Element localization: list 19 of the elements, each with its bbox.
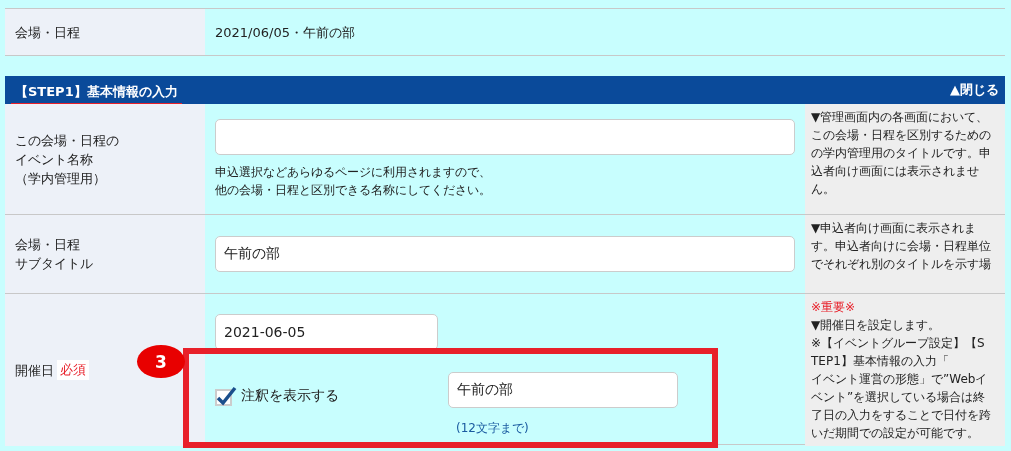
date-field[interactable]: 2021-06-05 — [215, 314, 438, 350]
annotation-field[interactable]: 午前の部 — [448, 372, 678, 408]
row-value: 2021/06/05・午前の部 — [215, 23, 355, 42]
length-hint: (12文字まで) — [456, 420, 529, 437]
row-label: この会場・日程の イベント名称 （学内管理用） — [15, 131, 119, 188]
help-text: ▼申込者向け画面に表示されま す。申込者向けに会場・日程単位 でそれぞれ別のタイトルを示す場 — [811, 220, 991, 273]
checkbox[interactable] — [215, 386, 237, 406]
checkbox-label: 注釈を表示する — [241, 387, 339, 405]
row-label: 会場・日程 — [15, 23, 80, 42]
help-text: ▼管理画面内の各画面において、 この会場・日程を区別するための の学内管理用のタイトルです。申 込者向け画面には表示されませ ん。 — [811, 109, 991, 198]
row-label: 開催日 — [15, 361, 54, 380]
text-field[interactable]: 午前の部 — [215, 236, 795, 272]
text-field[interactable] — [215, 119, 795, 155]
important-note: ※重要※ — [811, 299, 856, 316]
row-label: 会場・日程 サブタイトル — [15, 236, 93, 273]
help-text: ▼開催日を設定します。 ※【イベントグループ設定】【S TEP1】基本情報の入力「 イベント運営の形態」で”Webイ ベント”を選択している場合は終 了日の入力をすることで日付を跨 いだ期間での設定が可能です。 — [811, 317, 991, 442]
field-hint: 申込選択などあらゆるページに利用されますので、 他の会場・日程と区別できる名称にしてください。 — [215, 164, 492, 199]
required-tag: 必須 — [57, 360, 89, 380]
collapse-toggle[interactable]: ▲閉じる — [950, 81, 999, 99]
